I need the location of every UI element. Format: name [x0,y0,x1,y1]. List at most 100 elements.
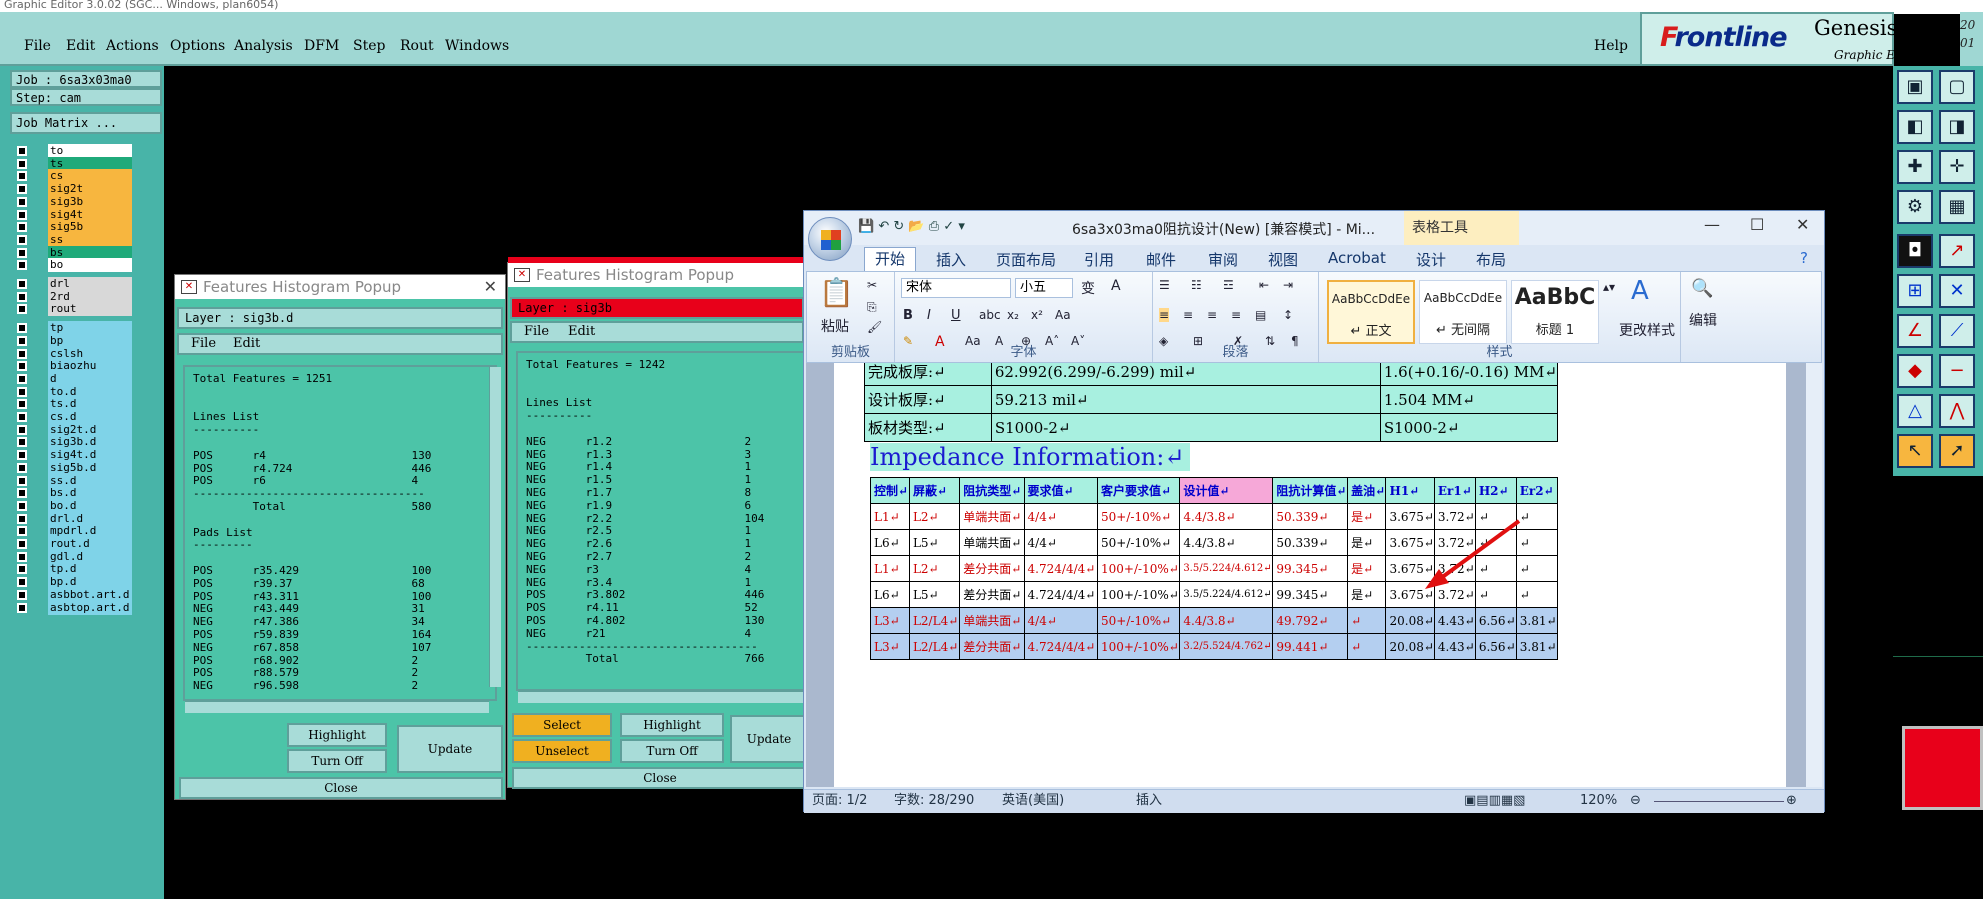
histogram-line[interactable]: Pads List [193,526,253,539]
impedance-cell[interactable]: L1↵ [870,503,910,530]
impedance-cell[interactable]: L5↵ [908,581,961,608]
select-button[interactable]: Select [512,713,612,737]
layer-checkbox[interactable] [17,335,27,346]
impedance-cell[interactable]: 单端共面↵ [959,607,1025,634]
impedance-header-cell[interactable]: 客户要求值↵ [1097,477,1181,504]
impedance-cell[interactable]: 4/4↵ [1023,529,1099,556]
pan-right-icon[interactable]: ◨ [1939,110,1975,144]
layer-checkbox[interactable] [17,373,27,384]
arc-icon[interactable]: ⋀ [1939,394,1975,428]
board-info-cell[interactable]: 1.6(+0.16/-0.16) MM↵ [1379,363,1559,386]
line-spacing-icon[interactable]: ↕ [1283,308,1293,322]
menu-help[interactable]: Help [1594,38,1628,54]
char-border-icon[interactable]: A [1111,278,1121,294]
impedance-cell[interactable]: 100+/-10%↵ [1097,581,1181,608]
style-normal[interactable]: AaBbCcDdEe ↵ 正文 [1327,280,1415,344]
select-pointer-icon[interactable]: ➚ [1939,434,1975,468]
job-matrix-button[interactable]: Job Matrix ... [10,112,162,134]
impedance-cell[interactable]: L3↵ [870,607,910,634]
histogram-line[interactable]: ---------- [193,424,259,436]
align-center-icon[interactable]: ≡ [1183,308,1193,322]
help-icon[interactable]: ? [1800,249,1808,267]
layer-checkbox[interactable] [17,437,27,448]
language[interactable]: 英语(美国) [1002,790,1064,812]
popup-1-titlebar[interactable]: ✕ Features Histogram Popup ✕ [175,275,505,299]
route-icon[interactable]: ↗ [1939,234,1975,268]
tab-mailings[interactable]: 邮件 [1146,249,1176,270]
impedance-cell[interactable]: 4.724/4/4↵ [1023,633,1099,660]
impedance-cell[interactable]: 差分共面↵ [959,555,1025,582]
layer-checkbox[interactable] [17,291,27,302]
impedance-cell[interactable]: L2↵ [908,555,961,582]
close-button[interactable]: Close [512,767,808,789]
print-icon[interactable]: ⎙ [929,219,939,234]
change-case-icon[interactable]: Aa [1055,308,1071,322]
underline-icon[interactable]: U [951,308,961,323]
menu-actions[interactable]: Actions [106,38,159,54]
impedance-cell[interactable]: 3.5/5.224/4.612↵ [1179,581,1274,608]
impedance-cell[interactable]: 是↵ [1347,529,1387,556]
zoom-in-icon[interactable]: ✚ [1897,150,1933,184]
impedance-header-cell[interactable]: 要求值↵ [1023,477,1099,504]
impedance-cell[interactable]: L6↵ [870,581,910,608]
style-no-spacing[interactable]: AaBbCcDdEe ↵ 无间隔 [1419,280,1507,344]
tab-references[interactable]: 引用 [1084,249,1114,270]
impedance-row[interactable]: L3↵ L2/L4↵ 差分共面↵ 4.724/4/4↵ 100+/-10%↵ 3.2/5.… [870,633,1559,660]
styles-scroll-icon[interactable]: ▴▾ [1603,280,1615,294]
layer-checkbox[interactable] [17,279,27,289]
maximize-icon[interactable]: ☐ [1750,215,1764,234]
bold-icon[interactable]: B [903,308,913,323]
histogram-line[interactable]: POS r59.839 164 [193,629,431,641]
layer-checkbox[interactable] [17,386,27,397]
impedance-cell[interactable]: 3.5/5.224/4.612↵ [1179,555,1274,582]
style-heading-1[interactable]: AaBbC 标题 1 [1511,280,1599,344]
font-name-select[interactable]: 宋体 [901,278,1011,298]
impedance-cell[interactable]: 50.339↵ [1272,529,1349,556]
board-info-cell[interactable]: 62.992(6.299/-6.299) mil↵ [990,363,1381,386]
histogram-line[interactable]: POS r3.802 446 [526,589,764,601]
tab-design[interactable]: 设计 [1416,249,1446,270]
impedance-header-cell[interactable]: H1↵ [1385,477,1435,504]
paste-icon[interactable]: 📋 [819,276,854,309]
histogram-line[interactable]: POS r39.37 68 [193,577,425,590]
board-info-cell[interactable]: 完成板厚:↵ [864,363,992,386]
impedance-cell[interactable]: 4.4/3.8↵ [1179,529,1274,556]
italic-icon[interactable]: I [927,308,931,323]
zoom-window-icon[interactable]: ▢ [1939,70,1975,104]
layer-checkbox[interactable] [17,158,27,169]
zoom-out-icon[interactable]: ✛ [1939,150,1975,184]
close-icon[interactable]: ✕ [1796,215,1809,234]
board-info-cell[interactable]: S1000-2↵ [990,413,1381,442]
turn-off-button[interactable]: Turn Off [620,739,724,763]
insert-mode[interactable]: 插入 [1136,790,1162,812]
tab-home[interactable]: 开始 [864,247,917,271]
layer-checkbox[interactable] [17,577,27,588]
histogram-line[interactable]: POS r4.724 446 [193,462,431,475]
find-icon[interactable]: 🔍 [1691,278,1713,299]
numbering-icon[interactable]: ☷ [1191,278,1202,292]
impedance-cell[interactable]: 4.4/3.8↵ [1179,607,1274,634]
popup-2-feature-list[interactable]: Total Features = 1242 Lines List ---------… [516,351,808,691]
increase-indent-icon[interactable]: ⇥ [1283,278,1293,292]
layer-checkbox[interactable] [17,513,27,524]
popup-1-menu-file[interactable]: File [191,335,216,353]
highlight-button[interactable]: Highlight [620,713,724,737]
layer-checkbox[interactable] [17,234,27,245]
impedance-cell[interactable]: L1↵ [870,555,910,582]
histogram-line[interactable]: NEG r1.5 1 [526,474,751,486]
word-titlebar[interactable]: 💾 ↶ ↻ 📂 ⎙ ✓ ▾ 6sa3x03ma0阻抗设计(New) [兼容模式]… [804,211,1824,245]
page-count[interactable]: 页面: 1/2 [812,790,867,812]
format-painter-icon[interactable]: 🖌 [867,320,882,334]
layer-checkbox[interactable] [17,260,27,271]
strikethrough-icon[interactable]: abc [979,308,1001,322]
impedance-cell[interactable]: L2/L4↵ [908,633,961,660]
popup-1-feature-list[interactable]: Total Features = 1251 Lines List ---------… [183,365,497,701]
histogram-line[interactable]: NEG r96.598 2 [193,680,418,692]
menu-step[interactable]: Step [353,38,385,54]
impedance-header-cell[interactable]: 阻抗计算值↵ [1272,477,1349,504]
tab-page-layout[interactable]: 页面布局 [996,249,1056,270]
histogram-line[interactable]: Lines List [193,411,259,423]
align-right-icon[interactable]: ≡ [1207,308,1217,322]
popup-2-menu-edit[interactable]: Edit [568,323,595,341]
impedance-header-cell[interactable]: 屏蔽↵ [908,477,961,504]
